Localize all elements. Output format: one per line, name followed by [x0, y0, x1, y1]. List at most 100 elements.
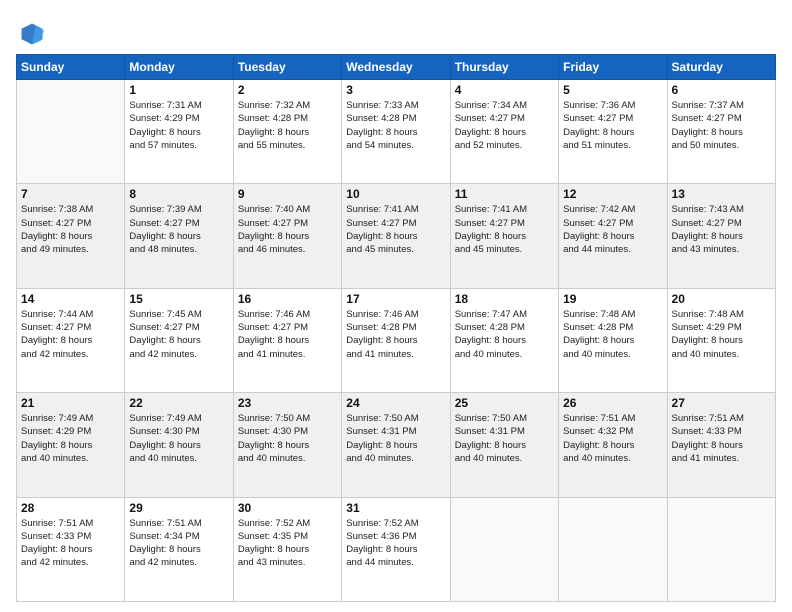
calendar-cell: 8Sunrise: 7:39 AM Sunset: 4:27 PM Daylig… — [125, 184, 233, 288]
calendar-cell: 17 Sunrise: 7:46 AM Sunset: 4:28 PM Dayli… — [342, 288, 450, 392]
day-info: Sunrise: 7:51 AM Sunset: 4:32 PM Dayligh… — [563, 412, 662, 465]
day-number: 25 — [455, 396, 554, 410]
calendar-day-header: Thursday — [450, 55, 558, 80]
day-info: Sunrise: 7:37 AM Sunset: 4:27 PM Dayligh… — [672, 99, 771, 152]
day-number: 4 — [455, 83, 554, 97]
day-number: 21 — [21, 396, 120, 410]
day-number: 30 — [238, 501, 337, 515]
day-number: 14 — [21, 292, 120, 306]
calendar-cell: 14 Sunrise: 7:44 AM Sunset: 4:27 PM Dayli… — [17, 288, 125, 392]
calendar-cell: 30Sunrise: 7:52 AM Sunset: 4:35 PM Dayli… — [233, 497, 341, 601]
calendar-cell: 16 Sunrise: 7:46 AM Sunset: 4:27 PM Dayli… — [233, 288, 341, 392]
logo-icon — [18, 20, 46, 48]
day-info: Sunrise: 7:34 AM Sunset: 4:27 PM Dayligh… — [455, 99, 554, 152]
day-number: 19 — [563, 292, 662, 306]
day-number: 2 — [238, 83, 337, 97]
day-info: Sunrise: 7:38 AM Sunset: 4:27 PM Dayligh… — [21, 203, 120, 256]
calendar-cell — [559, 497, 667, 601]
day-info: Sunrise: 7:49 AM Sunset: 4:30 PM Dayligh… — [129, 412, 228, 465]
calendar-day-header: Tuesday — [233, 55, 341, 80]
day-info: Sunrise: 7:51 AM Sunset: 4:33 PM Dayligh… — [672, 412, 771, 465]
calendar-cell: 27Sunrise: 7:51 AM Sunset: 4:33 PM Dayli… — [667, 393, 775, 497]
calendar-header-row: SundayMondayTuesdayWednesdayThursdayFrid… — [17, 55, 776, 80]
day-info: Sunrise: 7:46 AM Sunset: 4:27 PM Dayligh… — [238, 308, 337, 361]
day-number: 12 — [563, 187, 662, 201]
day-number: 18 — [455, 292, 554, 306]
calendar-cell: 31 Sunrise: 7:52 AM Sunset: 4:36 PM Dayli… — [342, 497, 450, 601]
calendar-cell: 5 Sunrise: 7:36 AM Sunset: 4:27 PM Daylig… — [559, 80, 667, 184]
day-info: Sunrise: 7:50 AM Sunset: 4:30 PM Dayligh… — [238, 412, 337, 465]
day-number: 24 — [346, 396, 445, 410]
calendar-cell: 3 Sunrise: 7:33 AM Sunset: 4:28 PM Daylig… — [342, 80, 450, 184]
calendar-cell — [17, 80, 125, 184]
day-number: 7 — [21, 187, 120, 201]
calendar-cell: 25Sunrise: 7:50 AM Sunset: 4:31 PM Dayli… — [450, 393, 558, 497]
calendar-cell: 24 Sunrise: 7:50 AM Sunset: 4:31 PM Dayli… — [342, 393, 450, 497]
calendar-cell: 29 Sunrise: 7:51 AM Sunset: 4:34 PM Dayli… — [125, 497, 233, 601]
calendar-week-row: 14 Sunrise: 7:44 AM Sunset: 4:27 PM Dayli… — [17, 288, 776, 392]
day-number: 5 — [563, 83, 662, 97]
day-info: Sunrise: 7:46 AM Sunset: 4:28 PM Dayligh… — [346, 308, 445, 361]
day-number: 17 — [346, 292, 445, 306]
day-number: 20 — [672, 292, 771, 306]
day-info: Sunrise: 7:51 AM Sunset: 4:33 PM Dayligh… — [21, 517, 120, 570]
day-info: Sunrise: 7:47 AM Sunset: 4:28 PM Dayligh… — [455, 308, 554, 361]
calendar-week-row: 1Sunrise: 7:31 AM Sunset: 4:29 PM Daylig… — [17, 80, 776, 184]
calendar-cell: 10 Sunrise: 7:41 AM Sunset: 4:27 PM Dayli… — [342, 184, 450, 288]
calendar-day-header: Saturday — [667, 55, 775, 80]
day-number: 15 — [129, 292, 228, 306]
day-info: Sunrise: 7:33 AM Sunset: 4:28 PM Dayligh… — [346, 99, 445, 152]
day-number: 9 — [238, 187, 337, 201]
day-number: 3 — [346, 83, 445, 97]
calendar-cell: 6 Sunrise: 7:37 AM Sunset: 4:27 PM Daylig… — [667, 80, 775, 184]
calendar-cell: 28Sunrise: 7:51 AM Sunset: 4:33 PM Dayli… — [17, 497, 125, 601]
day-info: Sunrise: 7:36 AM Sunset: 4:27 PM Dayligh… — [563, 99, 662, 152]
calendar-cell: 13 Sunrise: 7:43 AM Sunset: 4:27 PM Dayli… — [667, 184, 775, 288]
calendar-cell: 18 Sunrise: 7:47 AM Sunset: 4:28 PM Dayli… — [450, 288, 558, 392]
day-info: Sunrise: 7:43 AM Sunset: 4:27 PM Dayligh… — [672, 203, 771, 256]
day-number: 10 — [346, 187, 445, 201]
day-number: 26 — [563, 396, 662, 410]
calendar-cell: 2 Sunrise: 7:32 AM Sunset: 4:28 PM Daylig… — [233, 80, 341, 184]
calendar-cell: 23 Sunrise: 7:50 AM Sunset: 4:30 PM Dayli… — [233, 393, 341, 497]
day-info: Sunrise: 7:48 AM Sunset: 4:28 PM Dayligh… — [563, 308, 662, 361]
day-info: Sunrise: 7:39 AM Sunset: 4:27 PM Dayligh… — [129, 203, 228, 256]
day-info: Sunrise: 7:41 AM Sunset: 4:27 PM Dayligh… — [346, 203, 445, 256]
calendar-cell: 22 Sunrise: 7:49 AM Sunset: 4:30 PM Dayli… — [125, 393, 233, 497]
calendar-table: SundayMondayTuesdayWednesdayThursdayFrid… — [16, 54, 776, 602]
day-number: 23 — [238, 396, 337, 410]
calendar-cell: 7 Sunrise: 7:38 AM Sunset: 4:27 PM Daylig… — [17, 184, 125, 288]
calendar-cell: 21 Sunrise: 7:49 AM Sunset: 4:29 PM Dayli… — [17, 393, 125, 497]
day-number: 29 — [129, 501, 228, 515]
calendar-cell: 1Sunrise: 7:31 AM Sunset: 4:29 PM Daylig… — [125, 80, 233, 184]
header — [16, 16, 776, 44]
day-number: 16 — [238, 292, 337, 306]
day-info: Sunrise: 7:48 AM Sunset: 4:29 PM Dayligh… — [672, 308, 771, 361]
calendar-cell: 9 Sunrise: 7:40 AM Sunset: 4:27 PM Daylig… — [233, 184, 341, 288]
calendar-day-header: Friday — [559, 55, 667, 80]
day-number: 31 — [346, 501, 445, 515]
day-number: 11 — [455, 187, 554, 201]
day-info: Sunrise: 7:51 AM Sunset: 4:34 PM Dayligh… — [129, 517, 228, 570]
calendar-cell: 26 Sunrise: 7:51 AM Sunset: 4:32 PM Dayli… — [559, 393, 667, 497]
calendar-cell: 11 Sunrise: 7:41 AM Sunset: 4:27 PM Dayli… — [450, 184, 558, 288]
calendar-cell — [667, 497, 775, 601]
logo — [16, 20, 46, 44]
calendar-cell: 20 Sunrise: 7:48 AM Sunset: 4:29 PM Dayli… — [667, 288, 775, 392]
day-info: Sunrise: 7:50 AM Sunset: 4:31 PM Dayligh… — [346, 412, 445, 465]
calendar-cell: 19 Sunrise: 7:48 AM Sunset: 4:28 PM Dayli… — [559, 288, 667, 392]
day-info: Sunrise: 7:52 AM Sunset: 4:36 PM Dayligh… — [346, 517, 445, 570]
day-info: Sunrise: 7:45 AM Sunset: 4:27 PM Dayligh… — [129, 308, 228, 361]
day-info: Sunrise: 7:32 AM Sunset: 4:28 PM Dayligh… — [238, 99, 337, 152]
day-number: 22 — [129, 396, 228, 410]
day-info: Sunrise: 7:31 AM Sunset: 4:29 PM Dayligh… — [129, 99, 228, 152]
calendar-cell: 12Sunrise: 7:42 AM Sunset: 4:27 PM Dayli… — [559, 184, 667, 288]
day-number: 13 — [672, 187, 771, 201]
day-info: Sunrise: 7:44 AM Sunset: 4:27 PM Dayligh… — [21, 308, 120, 361]
calendar-day-header: Monday — [125, 55, 233, 80]
day-info: Sunrise: 7:40 AM Sunset: 4:27 PM Dayligh… — [238, 203, 337, 256]
day-number: 6 — [672, 83, 771, 97]
day-info: Sunrise: 7:49 AM Sunset: 4:29 PM Dayligh… — [21, 412, 120, 465]
day-info: Sunrise: 7:41 AM Sunset: 4:27 PM Dayligh… — [455, 203, 554, 256]
calendar-day-header: Wednesday — [342, 55, 450, 80]
